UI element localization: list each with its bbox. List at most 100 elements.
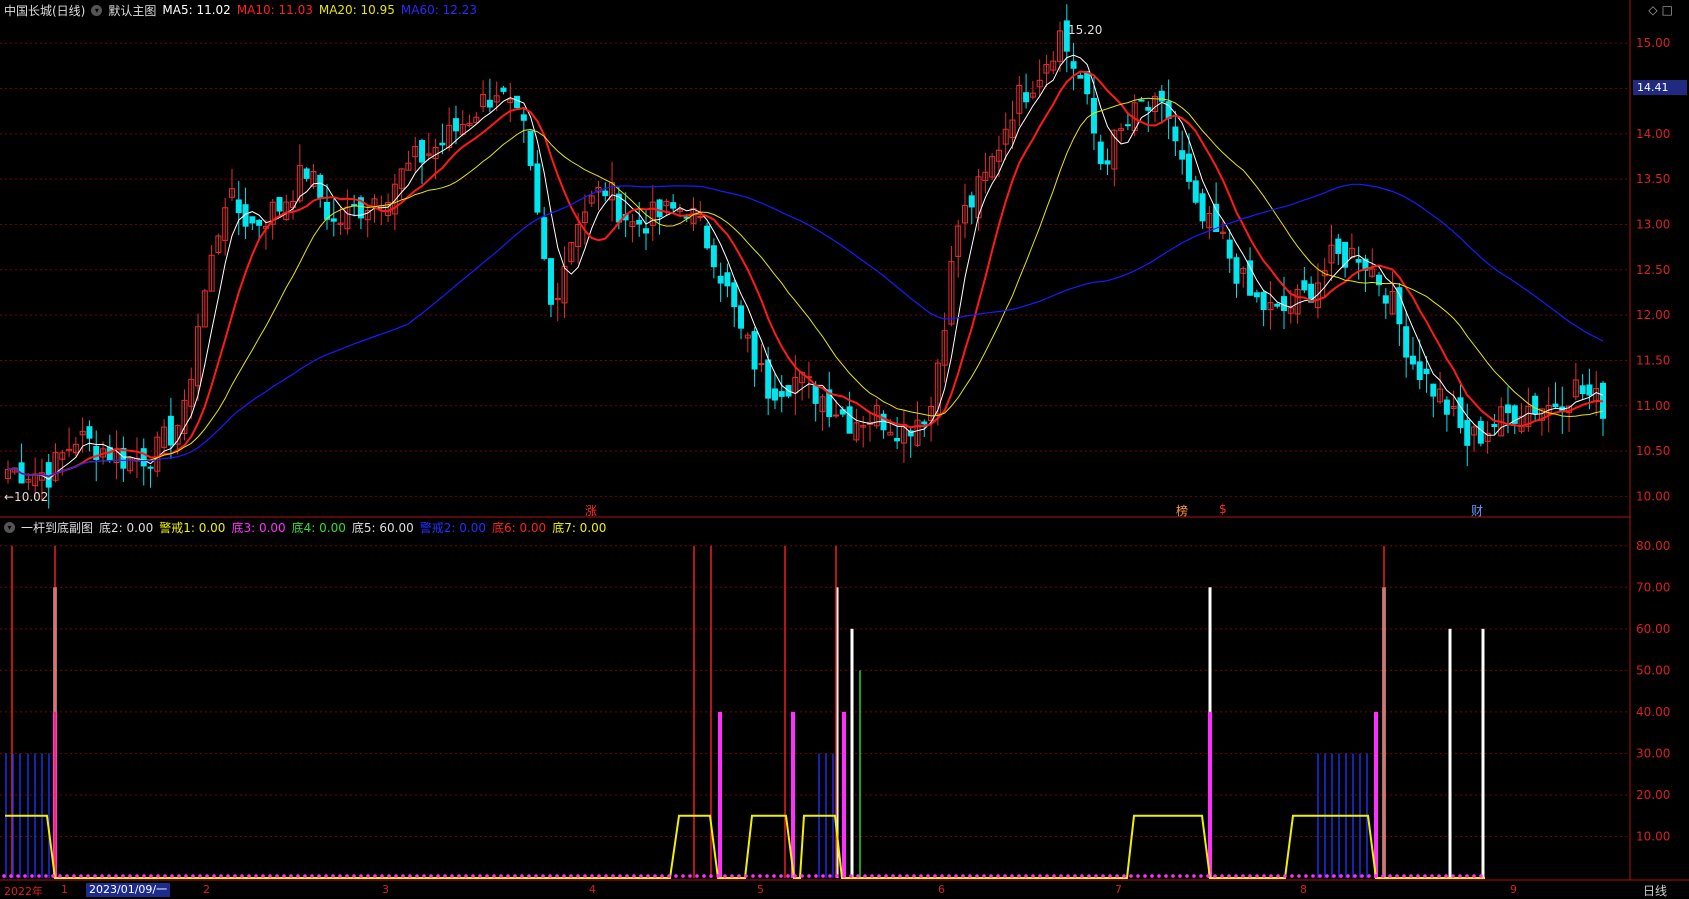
- baseline-dot: [730, 874, 734, 878]
- baseline-dot: [338, 874, 342, 878]
- event-marker[interactable]: 榜: [1176, 502, 1188, 519]
- indicator-tick-label: 20.00: [1636, 788, 1670, 802]
- baseline-dot: [226, 874, 230, 878]
- baseline-dot: [947, 874, 951, 878]
- baseline-dot: [807, 874, 811, 878]
- price-tick-label: 15.00: [1636, 36, 1670, 50]
- candle-body: [751, 331, 758, 370]
- diamond-icon[interactable]: ◇: [1648, 3, 1661, 17]
- month-label: 3: [382, 883, 389, 896]
- indicator-tick-label: 80.00: [1636, 539, 1670, 553]
- candle-body: [697, 215, 704, 218]
- baseline-dot: [933, 874, 937, 878]
- baseline-dot: [996, 874, 1000, 878]
- baseline-dot: [9, 874, 13, 878]
- indicator-value-4: 底5: 60.00: [351, 520, 414, 535]
- indicator-tick-label: 60.00: [1636, 622, 1670, 636]
- baseline-dot: [1416, 874, 1420, 878]
- candle-body: [1532, 395, 1539, 415]
- baseline-dot: [345, 874, 349, 878]
- baseline-dot: [1290, 874, 1294, 878]
- period-button[interactable]: 日线: [1643, 882, 1667, 899]
- event-marker[interactable]: 财: [1471, 502, 1483, 519]
- baseline-dot: [478, 874, 482, 878]
- candle-body: [1396, 287, 1403, 325]
- price-tick-label: 13.00: [1636, 217, 1670, 231]
- indicator-name[interactable]: 一杆到底副图: [21, 519, 93, 536]
- candle-body: [1409, 355, 1416, 365]
- price-tick-label: 13.50: [1636, 172, 1670, 186]
- baseline-dot: [58, 874, 62, 878]
- candle-body: [1253, 292, 1260, 298]
- candle-body: [1090, 97, 1097, 134]
- indicator-bar: [842, 711, 846, 878]
- month-label: 9: [1510, 883, 1517, 896]
- baseline-dot: [1003, 874, 1007, 878]
- baseline-dot: [1360, 874, 1364, 878]
- baseline-dot: [1465, 874, 1469, 878]
- sub-chart-header: ▾ 一杆到底副图 底2: 0.00 警戒1: 0.00 底3: 0.00 底4: 0.…: [0, 517, 618, 537]
- baseline-dot: [828, 874, 832, 878]
- candle-body: [717, 275, 724, 284]
- baseline-dot: [1367, 874, 1371, 878]
- low-price-label: ←10.02: [4, 490, 48, 504]
- template-name[interactable]: 默认主图: [108, 2, 156, 19]
- stock-title[interactable]: 中国长城(日线): [4, 2, 85, 19]
- indicator-value-0: 底2: 0.00: [99, 520, 154, 535]
- baseline-dot: [93, 874, 97, 878]
- baseline-dot: [1332, 874, 1336, 878]
- baseline-dot: [1094, 874, 1098, 878]
- baseline-dot: [1339, 874, 1343, 878]
- candle-body: [330, 218, 337, 222]
- baseline-dot: [1066, 874, 1070, 878]
- ma10-value: MA10: 11.03: [236, 3, 313, 17]
- baseline-dot: [1234, 874, 1238, 878]
- baseline-dot: [387, 874, 391, 878]
- baseline-dot: [786, 874, 790, 878]
- baseline-dot: [849, 874, 853, 878]
- baseline-dot: [1178, 874, 1182, 878]
- baseline-dot: [1185, 874, 1189, 878]
- baseline-dot: [331, 874, 335, 878]
- square-icon[interactable]: □: [1662, 3, 1677, 17]
- chevron-down-icon[interactable]: ▾: [4, 521, 15, 533]
- candle-body: [1192, 180, 1199, 203]
- baseline-dot: [555, 874, 559, 878]
- candle-body: [452, 118, 459, 132]
- baseline-dot: [408, 874, 412, 878]
- baseline-dot: [443, 874, 447, 878]
- indicator-bar: [784, 545, 786, 878]
- event-marker[interactable]: $: [1219, 502, 1227, 516]
- month-label: 8: [1300, 883, 1307, 896]
- candle-body: [1443, 399, 1450, 415]
- baseline-dot: [961, 874, 965, 878]
- chevron-down-icon[interactable]: ▾: [91, 4, 103, 16]
- candle-body: [1382, 295, 1389, 304]
- baseline-dot: [261, 874, 265, 878]
- baseline-dot: [569, 874, 573, 878]
- baseline-dot: [1192, 874, 1196, 878]
- indicator-value-3: 底4: 0.00: [291, 520, 346, 535]
- main-chart-header: 中国长城(日线) ▾ 默认主图 MA5: 11.02 MA10: 11.03 M…: [0, 0, 483, 20]
- baseline-dot: [107, 874, 111, 878]
- candle-body: [1124, 124, 1131, 127]
- baseline-dot: [1276, 874, 1280, 878]
- baseline-dot: [842, 874, 846, 878]
- baseline-dot: [177, 874, 181, 878]
- indicator-tick-label: 70.00: [1636, 580, 1670, 594]
- price-tick-label: 10.00: [1636, 489, 1670, 503]
- indicator-bar: [1374, 711, 1378, 878]
- candle-body: [812, 385, 819, 404]
- candle-body: [1416, 361, 1423, 381]
- ma60-line: [7, 183, 1604, 477]
- indicator-bar: [850, 628, 854, 878]
- baseline-dot: [2, 874, 6, 878]
- baseline-dot: [667, 874, 671, 878]
- candle-body: [527, 130, 534, 166]
- high-price-label: 15.20: [1068, 23, 1102, 37]
- baseline-dot: [16, 874, 20, 878]
- indicator-bar: [48, 753, 50, 878]
- event-marker[interactable]: 涨: [585, 502, 597, 519]
- baseline-dot: [352, 874, 356, 878]
- candle-body: [1274, 303, 1281, 307]
